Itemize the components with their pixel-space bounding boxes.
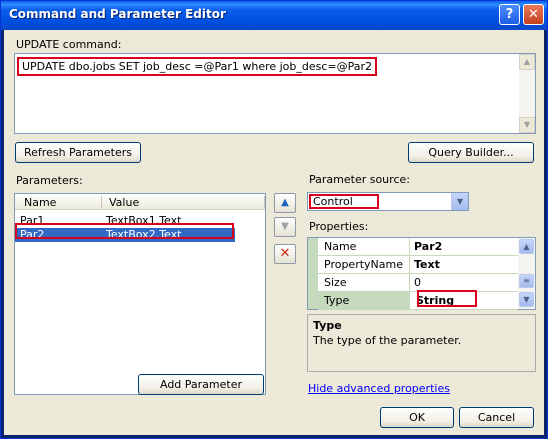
scroll-up-icon[interactable]: ▲	[519, 239, 534, 254]
properties-scrollbar[interactable]: ▲ ≡ ▼	[518, 238, 535, 309]
properties-label: Properties:	[309, 220, 369, 233]
type-value-highlight	[417, 290, 477, 307]
selected-row-highlight	[15, 223, 234, 239]
scroll-up-icon[interactable]: ▲	[519, 54, 535, 70]
property-name: Name	[318, 238, 410, 255]
title-bar[interactable]: Command and Parameter Editor ? ✕	[1, 1, 547, 30]
property-value[interactable]: 0	[411, 274, 518, 291]
scroll-down-icon[interactable]: ▼	[519, 117, 535, 133]
parameters-list-header: Name Value	[15, 194, 265, 210]
scroll-thumb[interactable]: ≡	[519, 274, 534, 288]
move-down-icon[interactable]: ▼	[274, 217, 296, 237]
remove-parameter-icon[interactable]: ✕	[274, 244, 296, 264]
query-builder-button[interactable]: Query Builder...	[408, 142, 534, 163]
cancel-button[interactable]: Cancel	[459, 407, 534, 428]
column-header-name[interactable]: Name	[24, 196, 56, 209]
property-name: Type	[318, 292, 410, 309]
update-command-textarea[interactable]: UPDATE dbo.jobs SET job_desc =@Par1 wher…	[14, 53, 536, 134]
property-value[interactable]: Text	[411, 256, 518, 273]
description-text: The type of the parameter.	[313, 334, 462, 347]
hide-advanced-properties-link[interactable]: Hide advanced properties	[308, 382, 450, 395]
properties-grid[interactable]: Name Par2 PropertyName Text Size 0 Type …	[307, 237, 536, 310]
column-separator[interactable]	[101, 196, 102, 208]
update-command-text: UPDATE dbo.jobs SET job_desc =@Par1 wher…	[17, 57, 378, 76]
parameter-source-select[interactable]: Control ▼	[307, 192, 469, 211]
scroll-down-icon[interactable]: ▼	[519, 292, 534, 307]
chevron-down-icon[interactable]: ▼	[451, 193, 468, 210]
window-title: Command and Parameter Editor	[9, 7, 226, 21]
command-scrollbar[interactable]: ▲ ▼	[519, 54, 535, 133]
help-button[interactable]: ?	[499, 4, 520, 25]
dialog-client: UPDATE command: UPDATE dbo.jobs SET job_…	[4, 30, 544, 435]
description-title: Type	[313, 319, 342, 332]
property-row-name[interactable]: Name Par2	[318, 238, 518, 256]
property-name: Size	[318, 274, 410, 291]
parameter-source-value: Control	[309, 194, 379, 209]
update-command-label: UPDATE command:	[16, 38, 122, 51]
property-row-propertyname[interactable]: PropertyName Text	[318, 256, 518, 274]
close-button[interactable]: ✕	[523, 4, 544, 25]
parameter-source-label: Parameter source:	[309, 173, 410, 186]
property-grid-margin	[308, 238, 318, 309]
parameters-label: Parameters:	[16, 174, 83, 187]
column-header-value[interactable]: Value	[109, 196, 139, 209]
column-separator[interactable]	[264, 196, 265, 208]
property-value[interactable]: Par2	[411, 238, 518, 255]
ok-button[interactable]: OK	[380, 407, 454, 428]
property-name: PropertyName	[318, 256, 410, 273]
property-description-panel: Type The type of the parameter.	[307, 314, 536, 372]
move-up-icon[interactable]: ▲	[274, 193, 296, 213]
refresh-parameters-button[interactable]: Refresh Parameters	[15, 142, 141, 163]
add-parameter-button[interactable]: Add Parameter	[138, 374, 264, 395]
dialog-window: Command and Parameter Editor ? ✕ UPDATE …	[0, 0, 548, 439]
